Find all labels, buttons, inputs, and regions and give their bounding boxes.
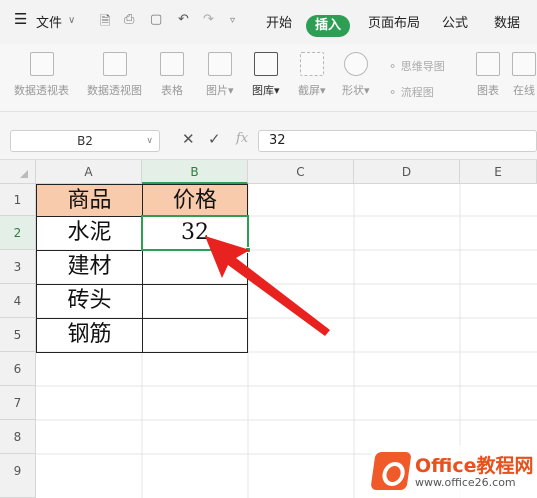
print-preview-icon[interactable]: ▢	[150, 12, 162, 27]
tab-page-layout[interactable]: 页面布局	[368, 12, 420, 31]
tab-insert[interactable]: 插入	[306, 15, 350, 37]
confirm-icon[interactable]: ✓	[208, 130, 221, 148]
table-icon	[160, 52, 184, 76]
chart-button[interactable]: 图表	[476, 52, 500, 98]
flowchart-button[interactable]: ⚬ 流程图	[388, 84, 434, 100]
redo-icon[interactable]: ↷	[203, 12, 214, 27]
screenshot-icon	[299, 52, 324, 76]
watermark-logo: Office教程网 www.office26.com	[370, 445, 537, 498]
pivot-table-icon	[29, 52, 54, 76]
shape-icon	[343, 52, 368, 76]
formula-bar: B2 ∨ ✕ ✓ fx 32	[0, 112, 537, 160]
name-box-dropdown-icon[interactable]: ∨	[146, 131, 153, 151]
table-button[interactable]: 表格	[160, 52, 184, 98]
hamburger-menu-icon[interactable]: ☰	[14, 10, 27, 28]
tab-data[interactable]: 数据	[494, 12, 520, 31]
menu-bar: ☰ 文件 ∨ 🗎 ⎙ ▢ ↶ ↷ ▿ 开始 插入 页面布局 公式 数据	[0, 0, 537, 44]
insert-function-icon[interactable]: fx	[236, 131, 248, 146]
picture-button[interactable]: 图片▾	[206, 52, 234, 98]
picture-icon	[207, 52, 232, 76]
pivot-chart-button[interactable]: 数据透视图	[87, 52, 142, 98]
pivot-chart-icon	[102, 52, 127, 76]
screenshot-button[interactable]: 截屏▾	[298, 52, 326, 98]
name-box[interactable]: B2 ∨	[10, 130, 160, 152]
file-menu[interactable]: 文件	[36, 12, 62, 31]
ribbon: 数据透视表 数据透视图 表格 图片▾ 图库▾ 截屏▾ 形状▾ ⚬ 思维导图 ⚬ …	[0, 44, 537, 112]
cancel-icon[interactable]: ✕	[182, 130, 195, 148]
save-icon[interactable]: 🗎	[100, 12, 110, 34]
office-logo-icon	[370, 452, 412, 490]
quick-access-dropdown-icon[interactable]: ▿	[230, 15, 235, 26]
print-icon[interactable]: ⎙	[124, 12, 134, 27]
online-icon	[512, 52, 536, 76]
online-button[interactable]: 在线	[512, 52, 536, 98]
tab-home[interactable]: 开始	[266, 12, 292, 31]
chart-icon	[476, 52, 500, 76]
pivot-table-button[interactable]: 数据透视表	[14, 52, 69, 98]
gallery-icon	[253, 52, 278, 76]
tab-formulas[interactable]: 公式	[442, 12, 468, 31]
shape-button[interactable]: 形状▾	[342, 52, 370, 98]
mind-map-button[interactable]: ⚬ 思维导图	[388, 58, 445, 74]
undo-icon[interactable]: ↶	[178, 12, 189, 27]
file-dropdown-icon[interactable]: ∨	[68, 15, 75, 26]
formula-input[interactable]: 32	[258, 130, 537, 152]
gallery-button[interactable]: 图库▾	[252, 52, 280, 98]
